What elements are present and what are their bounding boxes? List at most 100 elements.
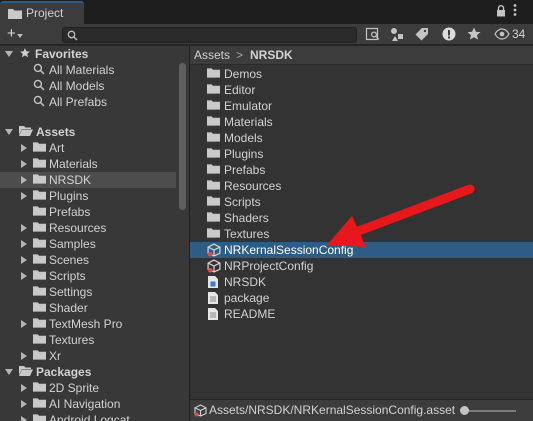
file-textures[interactable]: Textures bbox=[190, 226, 533, 242]
package-2d-sprite[interactable]: 2D Sprite bbox=[0, 380, 176, 396]
chevron-right-icon[interactable] bbox=[21, 320, 27, 328]
tree-item-nrsdk[interactable]: NRSDK bbox=[0, 172, 176, 188]
tree-item-resources[interactable]: Resources bbox=[0, 220, 176, 236]
package-ai-navigation[interactable]: AI Navigation bbox=[0, 396, 176, 412]
file-editor[interactable]: Editor bbox=[190, 82, 533, 98]
more-options-icon[interactable] bbox=[513, 3, 517, 20]
folder-icon bbox=[207, 115, 220, 129]
tree-item-xr[interactable]: Xr bbox=[0, 348, 176, 364]
lock-icon[interactable] bbox=[496, 5, 506, 20]
tree-item-scripts[interactable]: Scripts bbox=[0, 268, 176, 284]
search-icon bbox=[67, 30, 78, 44]
folder-icon bbox=[33, 157, 46, 171]
warning-icon[interactable] bbox=[441, 26, 459, 43]
tree-item-label: Textures bbox=[49, 333, 95, 347]
file-plugins[interactable]: Plugins bbox=[190, 146, 533, 162]
tree-item-label: Packages bbox=[36, 365, 92, 379]
chevron-right-icon[interactable] bbox=[21, 176, 27, 184]
file-label: NRSDK bbox=[224, 275, 267, 289]
favorite-all-models[interactable]: All Models bbox=[0, 78, 176, 94]
chevron-right-icon[interactable] bbox=[21, 224, 27, 232]
breadcrumb-current[interactable]: NRSDK bbox=[250, 48, 293, 62]
tree-scrollbar[interactable] bbox=[177, 46, 188, 421]
zoom-slider-track[interactable] bbox=[466, 410, 516, 412]
tree-item-label: Samples bbox=[49, 237, 96, 251]
favorite-all-materials[interactable]: All Materials bbox=[0, 62, 176, 78]
zoom-slider-handle[interactable] bbox=[460, 406, 469, 415]
filter-by-type-icon[interactable] bbox=[389, 26, 407, 43]
folder-tree: Favorites All Materials All Models All Pref… bbox=[0, 46, 189, 421]
chevron-down-icon[interactable] bbox=[5, 51, 13, 57]
file-label: Demos bbox=[224, 67, 263, 81]
eye-icon[interactable] bbox=[494, 26, 512, 43]
folder-icon bbox=[207, 227, 220, 241]
folder-icon bbox=[8, 8, 22, 22]
file-label: Models bbox=[224, 131, 263, 145]
file-materials[interactable]: Materials bbox=[190, 114, 533, 130]
file-nrsdk[interactable]: NRSDK bbox=[190, 274, 533, 290]
tree-item-label: Art bbox=[49, 141, 65, 155]
tree-item-textures[interactable]: Textures bbox=[0, 332, 176, 348]
tree-item-label: NRSDK bbox=[49, 173, 92, 187]
chevron-down-icon[interactable] bbox=[5, 129, 13, 135]
file-label: Scripts bbox=[224, 195, 261, 209]
breadcrumb-root[interactable]: Assets bbox=[194, 48, 230, 62]
tree-section-packages[interactable]: Packages bbox=[0, 364, 176, 380]
tree-item-label: All Materials bbox=[49, 63, 115, 77]
file-readme[interactable]: README bbox=[190, 306, 533, 322]
file-package[interactable]: package bbox=[190, 290, 533, 306]
chevron-down-icon[interactable] bbox=[5, 369, 13, 375]
file-demos[interactable]: Demos bbox=[190, 66, 533, 82]
plus-icon: + bbox=[7, 25, 16, 42]
package-android-logcat[interactable]: Android Logcat bbox=[0, 412, 176, 421]
create-button[interactable]: + bbox=[4, 26, 26, 43]
tree-section-assets[interactable]: Assets bbox=[0, 124, 176, 140]
chevron-right-icon[interactable] bbox=[21, 384, 27, 392]
folder-open-icon bbox=[19, 365, 33, 379]
file-scripts[interactable]: Scripts bbox=[190, 194, 533, 210]
tree-section-favorites[interactable]: Favorites bbox=[0, 46, 176, 62]
file-label: Prefabs bbox=[224, 163, 266, 177]
chevron-right-icon[interactable] bbox=[21, 352, 27, 360]
file-shaders[interactable]: Shaders bbox=[190, 210, 533, 226]
tree-item-samples[interactable]: Samples bbox=[0, 236, 176, 252]
tree-item-plugins[interactable]: Plugins bbox=[0, 188, 176, 204]
tree-item-settings[interactable]: Settings bbox=[0, 284, 176, 300]
folder-icon bbox=[33, 205, 46, 219]
scene-search-icon[interactable] bbox=[365, 26, 383, 43]
scrollbar-thumb[interactable] bbox=[179, 63, 186, 210]
chevron-right-icon[interactable] bbox=[21, 144, 27, 152]
tree-item-materials[interactable]: Materials bbox=[0, 156, 176, 172]
tree-item-art[interactable]: Art bbox=[0, 140, 176, 156]
file-nrkernalsessionconfig[interactable]: NRKernalSessionConfig bbox=[190, 242, 533, 258]
file-nrprojectconfig[interactable]: NRProjectConfig bbox=[190, 258, 533, 274]
search-field[interactable] bbox=[81, 28, 351, 42]
chevron-right-icon[interactable] bbox=[21, 256, 27, 264]
tree-item-textmesh-pro[interactable]: TextMesh Pro bbox=[0, 316, 176, 332]
status-bar: Assets/NRSDK/NRKernalSessionConfig.asset bbox=[190, 399, 533, 421]
tree-item-label: Scripts bbox=[49, 269, 86, 283]
tree-item-label: Favorites bbox=[35, 47, 89, 61]
chevron-right-icon[interactable] bbox=[21, 240, 27, 248]
tree-item-label: Resources bbox=[49, 221, 107, 235]
file-prefabs[interactable]: Prefabs bbox=[190, 162, 533, 178]
search-input[interactable] bbox=[62, 27, 357, 43]
tree-item-shader[interactable]: Shader bbox=[0, 300, 176, 316]
file-resources[interactable]: Resources bbox=[190, 178, 533, 194]
tree-item-prefabs[interactable]: Prefabs bbox=[0, 204, 176, 220]
favorite-all-prefabs[interactable]: All Prefabs bbox=[0, 94, 176, 110]
folder-icon bbox=[33, 301, 46, 315]
star-icon[interactable] bbox=[466, 26, 484, 43]
chevron-right-icon[interactable] bbox=[21, 160, 27, 168]
chevron-right-icon[interactable] bbox=[21, 272, 27, 280]
folder-icon bbox=[33, 141, 46, 155]
file-emulator[interactable]: Emulator bbox=[190, 98, 533, 114]
file-models[interactable]: Models bbox=[190, 130, 533, 146]
tab-project[interactable]: Project bbox=[0, 1, 84, 24]
chevron-right-icon[interactable] bbox=[21, 416, 27, 421]
folder-icon bbox=[207, 211, 220, 225]
chevron-right-icon[interactable] bbox=[21, 400, 27, 408]
label-tag-icon[interactable] bbox=[414, 26, 432, 43]
tree-item-scenes[interactable]: Scenes bbox=[0, 252, 176, 268]
chevron-right-icon[interactable] bbox=[21, 192, 27, 200]
